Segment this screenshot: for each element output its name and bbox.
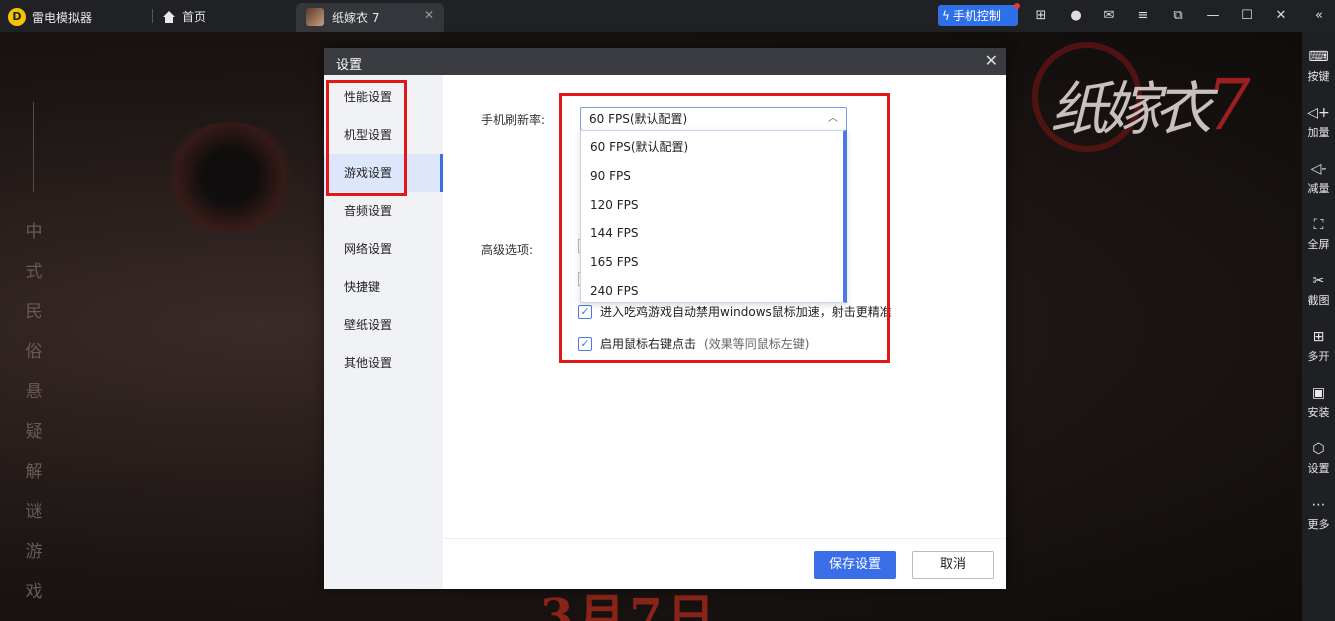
decorative-line (33, 102, 34, 192)
cancel-button[interactable]: 取消 (912, 551, 994, 579)
rightbar-item-install[interactable]: ▣ 安装 (1302, 384, 1335, 420)
refresh-rate-dropdown[interactable]: 60 FPS(默认配置) 90 FPS 120 FPS 144 FPS 165 … (580, 130, 847, 303)
divider (152, 9, 153, 23)
collapse-icon[interactable]: « (1311, 8, 1327, 24)
rightbar-item-more[interactable]: ⋯ 更多 (1302, 496, 1335, 532)
minimize-icon[interactable]: — (1205, 8, 1221, 24)
home-icon (163, 10, 175, 23)
rightbar-item-volume-up[interactable]: ◁+ 加量 (1302, 104, 1335, 140)
option-90fps[interactable]: 90 FPS (581, 162, 844, 190)
rightbar-item-keys[interactable]: ⌨ 按键 (1302, 48, 1335, 84)
checkbox-hint: (效果等同鼠标左键) (704, 337, 810, 351)
refresh-rate-label: 手机刷新率: (481, 113, 546, 127)
rightbar-item-volume-down[interactable]: ◁- 减量 (1302, 160, 1335, 196)
settings-content: 手机刷新率: 60 FPS(默认配置) ︿ 高级选项: ✓ 进入吃鸡游戏自动禁用… (443, 75, 1006, 589)
settings-sidebar: 性能设置 机型设置 游戏设置 音频设置 网络设置 快捷键 壁纸设置 其他设置 (324, 75, 443, 589)
rightbar-label: 全屏 (1307, 238, 1330, 251)
rightbar-label: 安装 (1307, 406, 1330, 419)
dialog-header: 设置 ✕ (324, 48, 1006, 75)
checkbox-label: 启用鼠标右键点击 (600, 337, 697, 351)
multi-instance-icon: ⊞ (1312, 329, 1325, 345)
checkbox-right-click[interactable]: ✓ (578, 336, 592, 351)
footer-divider (443, 538, 1006, 539)
volume-down-icon: ◁- (1310, 161, 1327, 177)
sidebar-item-wallpaper[interactable]: 壁纸设置 (324, 306, 443, 344)
scissors-icon: ✂ (1312, 273, 1325, 289)
title-bar: D 雷电模拟器 首页 纸嫁衣 7 ✕ ϟ 手机控制 ⊞ ● ✉ ≡ ⧉ — ☐ … (0, 0, 1335, 32)
sidebar-item-model[interactable]: 机型设置 (324, 116, 443, 154)
phone-control-label: 手机控制 (952, 9, 1001, 23)
rightbar-label: 设置 (1307, 462, 1330, 475)
rightbar-label: 截图 (1307, 294, 1330, 307)
option-144fps[interactable]: 144 FPS (581, 219, 844, 247)
game-avatar (306, 8, 324, 26)
more-icon: ⋯ (1311, 497, 1326, 513)
rightbar-label: 加量 (1307, 126, 1330, 139)
settings-dialog: 设置 ✕ 性能设置 机型设置 游戏设置 音频设置 网络设置 快捷键 壁纸设置 其… (324, 48, 1006, 589)
keyboard-icon: ⌨ (1308, 49, 1329, 65)
sync-icon[interactable]: ⧉ (1170, 8, 1186, 24)
chevron-up-icon: ︿ (828, 113, 838, 124)
notification-dot (1014, 3, 1020, 9)
rightbar-label: 减量 (1307, 182, 1330, 195)
option-60fps[interactable]: 60 FPS(默认配置) (581, 133, 844, 161)
rightbar-item-screenshot[interactable]: ✂ 截图 (1302, 272, 1335, 308)
checkbox-label: 进入吃鸡游戏自动禁用windows鼠标加速，射击更精准 (600, 305, 892, 319)
volume-up-icon: ◁+ (1307, 105, 1330, 121)
app-name: 雷电模拟器 (32, 11, 93, 25)
close-tab-icon[interactable]: ✕ (424, 8, 434, 22)
sidebar-item-other[interactable]: 其他设置 (324, 344, 443, 382)
lightning-icon: ϟ (942, 8, 950, 23)
tab-home-label: 首页 (182, 10, 207, 24)
option-240fps[interactable]: 240 FPS (581, 277, 844, 305)
menu-icon[interactable]: ≡ (1135, 8, 1151, 24)
rightbar-label: 按键 (1307, 70, 1330, 83)
account-icon[interactable]: ● (1068, 8, 1084, 24)
rightbar-item-multi[interactable]: ⊞ 多开 (1302, 328, 1335, 364)
tab-home[interactable]: 首页 (162, 8, 206, 25)
sidebar-item-shortcuts[interactable]: 快捷键 (324, 268, 443, 306)
app-logo-icon: D (8, 8, 26, 26)
rightbar-label: 多开 (1307, 350, 1330, 363)
save-settings-button[interactable]: 保存设置 (814, 551, 896, 579)
right-toolbar: ⌨ 按键 ◁+ 加量 ◁- 减量 ⛶ 全屏 ✂ 截图 ⊞ 多开 ▣ 安装 ⬡ 设… (1302, 32, 1335, 621)
game-tagline: 中式民俗悬疑解谜游戏 (25, 222, 43, 602)
checkbox-row-right-click[interactable]: ✓ 启用鼠标右键点击 (效果等同鼠标左键) (578, 335, 809, 352)
sidebar-item-audio[interactable]: 音频设置 (324, 192, 443, 230)
refresh-rate-value: 60 FPS(默认配置) (589, 112, 688, 126)
fullscreen-icon: ⛶ (1313, 217, 1324, 233)
maximize-icon[interactable]: ☐ (1239, 8, 1255, 24)
dialog-title: 设置 (336, 58, 363, 73)
rightbar-item-fullscreen[interactable]: ⛶ 全屏 (1302, 216, 1335, 252)
game-art-eye (160, 122, 300, 232)
settings-icon: ⬡ (1312, 441, 1325, 457)
option-120fps[interactable]: 120 FPS (581, 191, 844, 219)
advanced-options-label: 高级选项: (481, 243, 534, 257)
game-logo-number: 7 (1206, 64, 1250, 146)
option-165fps[interactable]: 165 FPS (581, 248, 844, 276)
game-logo: 纸嫁衣7 (1050, 62, 1270, 192)
mail-icon[interactable]: ✉ (1101, 8, 1117, 24)
checkbox-row-mouse-accel[interactable]: ✓ 进入吃鸡游戏自动禁用windows鼠标加速，射击更精准 (578, 303, 892, 320)
checkbox-mouse-accel[interactable]: ✓ (578, 304, 592, 319)
game-logo-text: 纸嫁衣 (1050, 75, 1212, 143)
refresh-rate-select[interactable]: 60 FPS(默认配置) ︿ (580, 107, 847, 131)
sidebar-item-game[interactable]: 游戏设置 (324, 154, 443, 192)
close-icon[interactable]: ✕ (1273, 8, 1289, 24)
gamepad-icon[interactable]: ⊞ (1033, 8, 1049, 24)
rightbar-item-settings[interactable]: ⬡ 设置 (1302, 440, 1335, 476)
phone-control-button[interactable]: ϟ 手机控制 (938, 3, 1020, 26)
sidebar-item-performance[interactable]: 性能设置 (324, 78, 443, 116)
tab-game[interactable]: 纸嫁衣 7 ✕ (296, 3, 444, 32)
tab-game-label: 纸嫁衣 7 (332, 11, 380, 25)
apk-icon: ▣ (1311, 385, 1326, 401)
dialog-close-icon[interactable]: ✕ (985, 51, 998, 70)
rightbar-label: 更多 (1307, 518, 1330, 531)
sidebar-item-network[interactable]: 网络设置 (324, 230, 443, 268)
